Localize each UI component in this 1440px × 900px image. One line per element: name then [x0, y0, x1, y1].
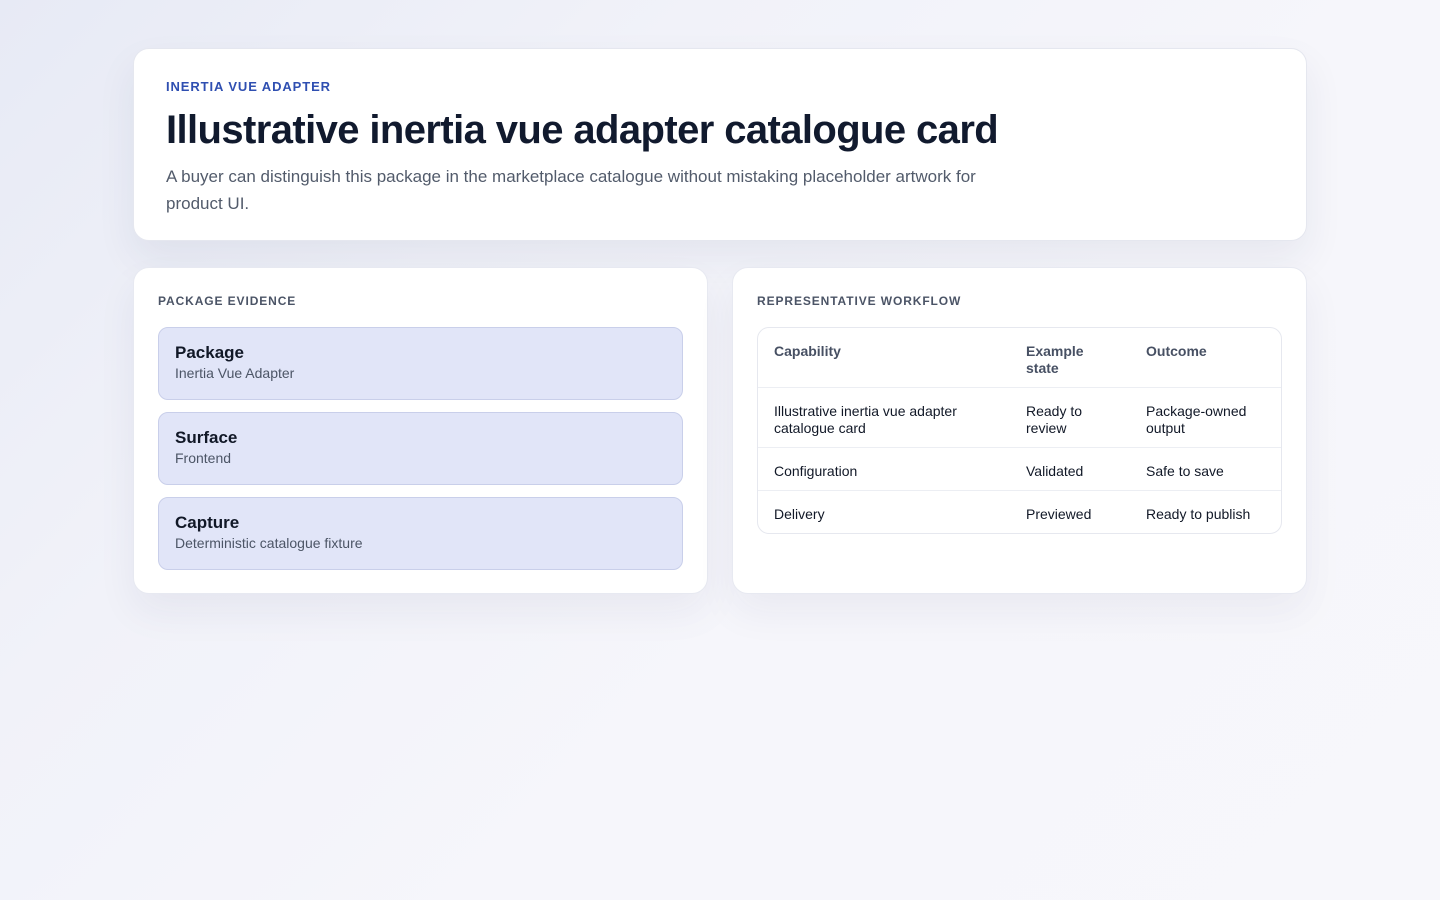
evidence-item-surface: Surface Frontend [158, 412, 683, 485]
evidence-item-capture: Capture Deterministic catalogue fixture [158, 497, 683, 570]
evidence-label: Capture [175, 513, 240, 532]
table-cell: Illustrative inertia vue adapter catalog… [758, 388, 1010, 448]
evidence-value: Deterministic catalogue fixture [175, 535, 363, 551]
catalogue-page: INERTIA VUE ADAPTER Illustrative inertia… [133, 48, 1307, 594]
table-cell: Previewed [1026, 506, 1092, 522]
page-title: Illustrative inertia vue adapter catalog… [166, 108, 999, 152]
column-header-example-state: Example state [1010, 328, 1130, 388]
table-cell: Ready to review [1010, 388, 1130, 448]
evidence-value: Frontend [175, 450, 232, 466]
table-header-row: Capability Example state Outcome [758, 328, 1281, 388]
package-eyebrow: INERTIA VUE ADAPTER [166, 79, 331, 94]
table-cell: Configuration [758, 448, 1010, 491]
representative-workflow-panel: REPRESENTATIVE WORKFLOW Capability Examp… [732, 267, 1307, 594]
content-grid: PACKAGE EVIDENCE Package Inertia Vue Ada… [133, 267, 1307, 594]
column-header-outcome: Outcome [1130, 328, 1281, 388]
table-row: Configuration Validated Safe to save [758, 448, 1281, 491]
evidence-label: Package [175, 343, 244, 362]
table-cell: Ready to publish [1146, 506, 1251, 522]
evidence-item-package: Package Inertia Vue Adapter [158, 327, 683, 400]
table-row: Delivery Previewed Ready to publish [758, 491, 1281, 533]
page-subtitle: A buyer can distinguish this package in … [166, 167, 976, 213]
column-header-capability: Capability [758, 328, 1010, 388]
evidence-list: Package Inertia Vue Adapter Surface Fron… [158, 327, 683, 570]
table-cell: Safe to save [1130, 448, 1281, 491]
table-cell: Package-owned output [1130, 388, 1281, 448]
evidence-value: Inertia Vue Adapter [175, 365, 295, 381]
workflow-table-wrapper: Capability Example state Outcome Illustr… [757, 327, 1282, 534]
package-evidence-heading: PACKAGE EVIDENCE [158, 294, 297, 308]
hero-card: INERTIA VUE ADAPTER Illustrative inertia… [133, 48, 1307, 241]
evidence-label: Surface [175, 428, 238, 447]
table-cell: Delivery [774, 506, 825, 522]
package-evidence-panel: PACKAGE EVIDENCE Package Inertia Vue Ada… [133, 267, 708, 594]
table-row: Illustrative inertia vue adapter catalog… [758, 388, 1281, 448]
workflow-table: Capability Example state Outcome Illustr… [758, 328, 1281, 533]
table-cell: Validated [1010, 448, 1130, 491]
representative-workflow-heading: REPRESENTATIVE WORKFLOW [757, 294, 962, 308]
